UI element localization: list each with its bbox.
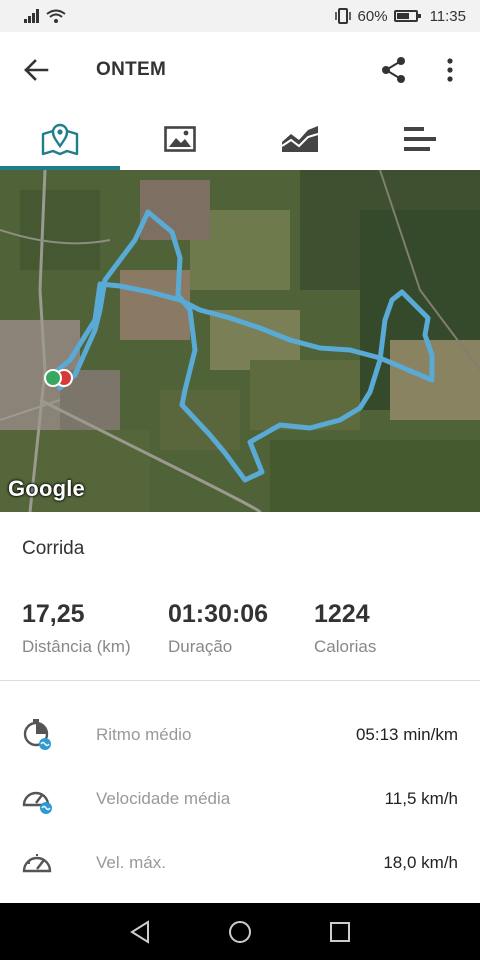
more-vert-icon xyxy=(447,58,453,82)
google-attribution: Google xyxy=(8,476,85,501)
tab-splits[interactable] xyxy=(360,108,480,170)
back-button[interactable] xyxy=(0,32,72,108)
stat-label: Duração xyxy=(168,637,233,656)
max-speed-icon xyxy=(20,845,56,881)
wifi-icon xyxy=(46,9,66,23)
square-recents-icon xyxy=(330,921,350,942)
map-icon xyxy=(41,123,79,156)
detail-label: Vel. máx. xyxy=(96,853,166,872)
battery-icon xyxy=(393,10,421,22)
tab-bar xyxy=(0,108,480,170)
page-title: ONTEM xyxy=(96,59,167,80)
tab-charts[interactable] xyxy=(240,108,360,170)
detail-label: Ritmo médio xyxy=(96,725,192,744)
divider xyxy=(0,680,480,681)
arrow-back-icon xyxy=(24,59,49,81)
share-icon xyxy=(382,57,405,83)
vibrate-icon xyxy=(334,8,351,24)
detail-value: 11,5 km/h xyxy=(384,789,458,808)
speed-icon xyxy=(20,781,56,817)
stat-calories: 1224 Calorias xyxy=(314,600,434,657)
detail-row-max-speed: Vel. máx. 18,0 km/h xyxy=(0,843,480,883)
system-nav-bar xyxy=(0,903,480,960)
detail-row-avg-pace: Ritmo médio 05:13 min/km xyxy=(0,715,480,755)
app-bar: ONTEM xyxy=(0,32,480,108)
tab-photos[interactable] xyxy=(120,108,240,170)
activity-type: Corrida xyxy=(22,538,85,559)
nav-home-button[interactable] xyxy=(220,912,260,952)
start-marker xyxy=(44,369,62,387)
signal-icon xyxy=(24,9,39,23)
stat-label: Distância (km) xyxy=(22,637,131,656)
detail-row-avg-speed: Velocidade média 11,5 km/h xyxy=(0,779,480,819)
clock: 11:35 xyxy=(429,7,466,25)
stat-label: Calorias xyxy=(314,637,377,656)
detail-label: Velocidade média xyxy=(96,789,231,808)
image-icon xyxy=(164,126,196,152)
stat-distance: 17,25 Distância (km) xyxy=(22,600,144,657)
detail-value: 18,0 km/h xyxy=(383,853,458,872)
stat-value: 01:30:06 xyxy=(168,600,269,628)
tab-map[interactable] xyxy=(0,108,120,170)
route-map[interactable]: Google xyxy=(0,170,480,512)
nav-recents-button[interactable] xyxy=(320,912,360,952)
pace-icon xyxy=(20,717,56,753)
satellite-imagery xyxy=(0,170,480,512)
chart-icon xyxy=(281,126,319,152)
share-button[interactable] xyxy=(366,32,422,108)
stat-value: 1224 xyxy=(314,600,370,628)
more-options-button[interactable] xyxy=(422,32,478,108)
circle-home-icon xyxy=(229,920,251,943)
triangle-back-icon xyxy=(130,919,149,944)
battery-percent: 60% xyxy=(357,7,388,25)
stats-summary: 17,25 Distância (km) 01:30:06 Duração 12… xyxy=(22,600,458,657)
stat-duration: 01:30:06 Duração xyxy=(168,600,290,657)
detail-value: 05:13 min/km xyxy=(355,725,458,744)
nav-back-button[interactable] xyxy=(120,912,160,952)
stat-value: 17,25 xyxy=(22,600,85,628)
status-bar: 60% 11:35 xyxy=(0,0,480,32)
bars-icon xyxy=(404,127,436,151)
